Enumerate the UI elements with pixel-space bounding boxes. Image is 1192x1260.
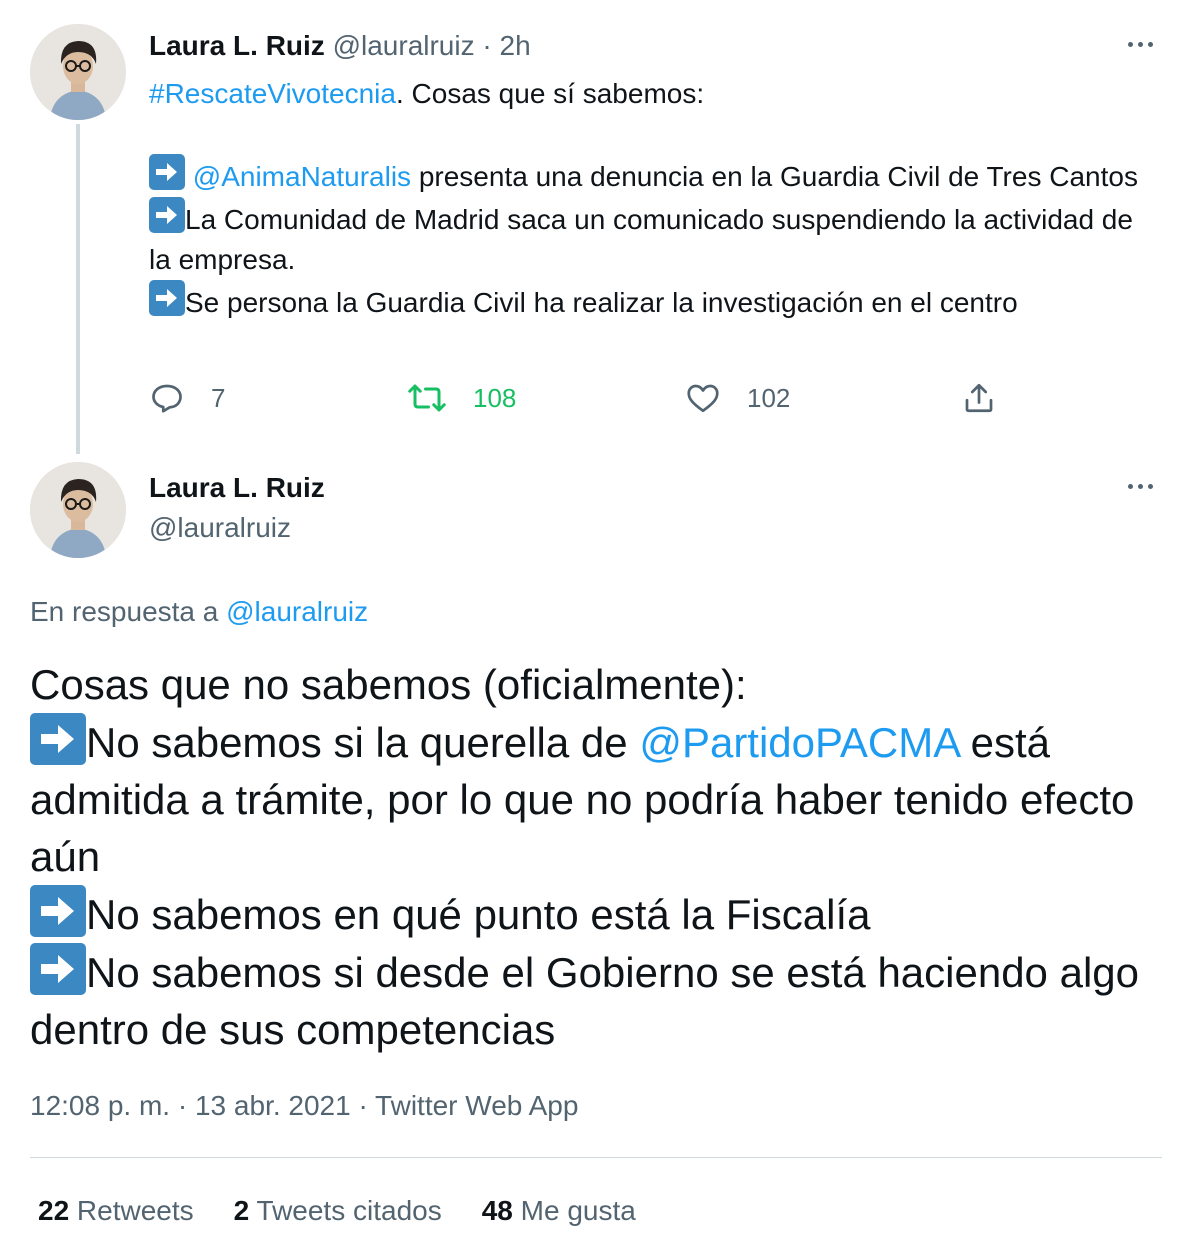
tweet-line: Cosas que no sabemos (oficialmente): bbox=[30, 661, 747, 708]
quotes-count: 2 bbox=[233, 1195, 250, 1226]
like-button[interactable]: 102 bbox=[685, 376, 790, 420]
author-handle[interactable]: @lauralruiz bbox=[149, 510, 291, 546]
like-icon bbox=[687, 384, 719, 413]
tweet-item-text: No sabemos si la querella de bbox=[86, 719, 640, 766]
quotes-stat[interactable]: 2 Tweets citados bbox=[234, 1193, 442, 1229]
hashtag-link[interactable]: #RescateVivotecnia bbox=[149, 78, 396, 109]
reply-icon bbox=[152, 384, 182, 413]
arrow-right-emoji bbox=[30, 943, 86, 995]
arrow-right-emoji bbox=[149, 280, 185, 316]
tweet-time[interactable]: 2h bbox=[500, 30, 531, 61]
divider bbox=[30, 1157, 1162, 1158]
tweet-item-text: No sabemos si desde el Gobierno se está … bbox=[30, 949, 1139, 1053]
tweet-item: No sabemos si desde el Gobierno se está … bbox=[30, 943, 1140, 1058]
retweet-count: 108 bbox=[473, 382, 517, 413]
tweet-item: @AnimaNaturalis presenta una denuncia en… bbox=[149, 154, 1149, 197]
retweets-label: Retweets bbox=[69, 1195, 194, 1226]
reply-handle-link[interactable]: @lauralruiz bbox=[226, 596, 368, 627]
author-name[interactable]: Laura L. Ruiz bbox=[149, 470, 325, 506]
tweet-header: Laura L. Ruiz @lauralruiz · 2h bbox=[149, 28, 531, 64]
reply-count: 7 bbox=[211, 382, 226, 413]
tweet-line-text: . Cosas que sí sabemos: bbox=[395, 78, 705, 109]
mention-link[interactable]: @AnimaNaturalis bbox=[193, 161, 411, 192]
share-icon bbox=[965, 383, 993, 413]
tweet-item: No sabemos en qué punto está la Fiscalía bbox=[30, 885, 1140, 943]
share-button[interactable] bbox=[961, 376, 997, 420]
likes-stat[interactable]: 48 Me gusta bbox=[482, 1193, 636, 1229]
arrow-right-emoji bbox=[30, 713, 86, 765]
tweet-text: #RescateVivotecnia. Cosas que sí sabemos… bbox=[149, 74, 1149, 323]
author-name[interactable]: Laura L. Ruiz bbox=[149, 30, 325, 61]
like-count: 102 bbox=[747, 382, 791, 413]
arrow-right-emoji bbox=[30, 885, 86, 937]
more-options-button[interactable] bbox=[1128, 484, 1153, 489]
tweet-meta[interactable]: 12:08 p. m. · 13 abr. 2021 · Twitter Web… bbox=[30, 1088, 578, 1124]
reply-prefix: En respuesta a bbox=[30, 596, 227, 627]
tweet-line: #RescateVivotecnia. Cosas que sí sabemos… bbox=[149, 74, 1149, 114]
likes-label: Me gusta bbox=[512, 1195, 636, 1226]
retweet-button[interactable]: 108 bbox=[407, 376, 516, 420]
retweets-stat[interactable]: 22 Retweets bbox=[38, 1193, 194, 1229]
tweet-item: La Comunidad de Madrid saca un comunicad… bbox=[149, 197, 1149, 280]
quotes-label: Tweets citados bbox=[249, 1195, 442, 1226]
mention-link[interactable]: @PartidoPACMA bbox=[639, 719, 959, 766]
reply-button[interactable]: 7 bbox=[149, 376, 225, 420]
tweet-item: Se persona la Guardia Civil ha realizar … bbox=[149, 280, 1149, 323]
tweet-actions: 7 108 102 bbox=[149, 376, 1009, 420]
more-icon bbox=[1128, 42, 1133, 47]
avatar-image bbox=[30, 24, 126, 120]
avatar[interactable] bbox=[30, 462, 126, 558]
arrow-right-emoji bbox=[149, 197, 185, 233]
avatar[interactable] bbox=[30, 24, 126, 120]
retweets-count: 22 bbox=[38, 1195, 70, 1226]
arrow-right-emoji bbox=[149, 154, 185, 190]
avatar-image bbox=[30, 462, 126, 558]
header-separator: · bbox=[474, 30, 500, 61]
more-options-button[interactable] bbox=[1128, 42, 1153, 47]
more-icon bbox=[1128, 484, 1133, 489]
tweet-item-text: La Comunidad de Madrid saca un comunicad… bbox=[149, 204, 1133, 275]
thread-connector-line bbox=[76, 124, 80, 454]
tweet-item-text: presenta una denuncia en la Guardia Civi… bbox=[411, 161, 1138, 192]
tweet-item: No sabemos si la querella de @PartidoPAC… bbox=[30, 713, 1140, 885]
tweet-stats: 22 Retweets 2 Tweets citados 48 Me gusta bbox=[38, 1193, 636, 1229]
tweet-item-text: No sabemos en qué punto está la Fiscalía bbox=[86, 891, 871, 938]
author-handle[interactable]: @lauralruiz bbox=[333, 30, 475, 61]
likes-count: 48 bbox=[481, 1195, 513, 1226]
reply-context: En respuesta a @lauralruiz bbox=[30, 594, 368, 630]
tweet-item-text: Se persona la Guardia Civil ha realizar … bbox=[185, 287, 1018, 318]
tweet-text: Cosas que no sabemos (oficialmente): No … bbox=[30, 656, 1140, 1058]
retweet-icon bbox=[408, 384, 446, 412]
